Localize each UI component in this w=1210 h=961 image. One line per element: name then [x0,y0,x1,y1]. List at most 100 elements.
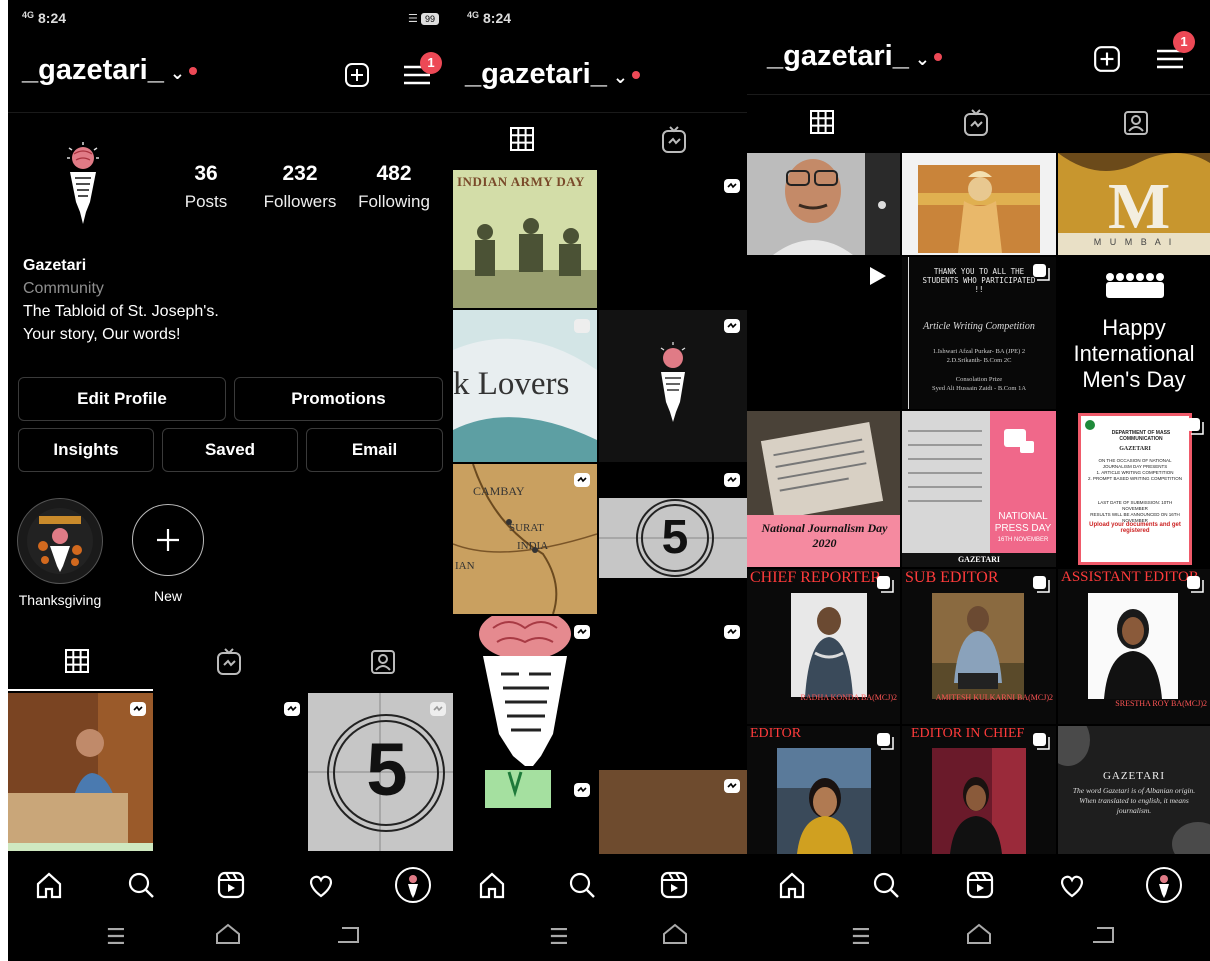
signal-icon: 4G [22,10,35,20]
reels-icon[interactable] [965,870,995,905]
search-icon[interactable] [567,870,597,905]
new-post-icon[interactable] [344,62,370,93]
home-button-icon[interactable] [965,922,993,952]
recents-icon[interactable]: ☰ [851,924,871,950]
countdown-number: 5 [366,728,408,811]
tagged-icon [1124,111,1148,135]
people-icon [1106,273,1164,298]
divider-line [908,257,909,409]
winners-list: 1.Ishwari Afzal Purkar- BA (JPE) 2 2.D.S… [932,348,1026,364]
grid-post-editor[interactable]: EDITOR [747,726,900,854]
promotions-button[interactable]: Promotions [234,377,443,421]
highlight-thanksgiving[interactable]: Thanksgiving [14,498,106,608]
grid-screen: _gazetari_ ⌄ 1 M M U M B A I THANK YOU T… [747,0,1210,961]
reels-icon[interactable] [659,870,689,905]
profile-tab-avatar[interactable] [394,866,432,909]
posts-stat[interactable]: 36 Posts [176,162,236,212]
member-name: AMITESH KULKARNI BA(MCJ)2 [935,693,1053,702]
profile-tab-avatar[interactable] [1145,866,1183,909]
tab-grid[interactable] [509,126,535,157]
grid-post-book-lovers[interactable]: k Lovers [453,310,597,462]
username: _gazetari_ [767,40,909,72]
email-button[interactable]: Email [306,428,443,472]
grid-post-guru-nanak[interactable] [902,153,1056,255]
following-stat[interactable]: 482 Following [352,162,436,212]
search-icon[interactable] [871,870,901,905]
grid-post-wood[interactable] [599,770,747,854]
grid-post-editor-in-chief[interactable]: EDITOR IN CHIEF [902,726,1056,854]
account-switcher[interactable]: _gazetari_ ⌄ [465,58,640,91]
igtv-icon [723,776,741,794]
about-title: GAZETARI [1102,770,1166,782]
home-icon[interactable] [477,870,507,905]
new-highlight-button[interactable]: New [128,504,208,604]
new-post-icon[interactable] [1093,45,1121,78]
tab-grid[interactable] [809,109,835,140]
back-icon[interactable] [1089,922,1117,952]
igtv-screen: 4G 8:24 _gazetari_ ⌄ INDIAN ARMY DAY k Lov… [453,0,747,961]
grid-post-sub-editor[interactable]: SUB EDITOR AMITESH KULKARNI BA(MCJ)2 [902,569,1056,724]
grid-post-dark[interactable] [154,693,307,851]
back-icon[interactable] [334,922,362,952]
account-switcher[interactable]: _gazetari_ ⌄ [767,40,942,73]
followers-count: 232 [282,162,318,185]
recents-icon[interactable]: ☰ [549,924,569,950]
grid-post-video[interactable] [747,257,900,409]
profile-avatar[interactable] [48,140,118,235]
igtv-icon [723,622,741,640]
following-label: Following [358,192,430,211]
grid-post-thank-you[interactable]: THANK YOU TO ALL THE STUDENTS WHO PARTIC… [902,257,1056,409]
grid-post-logo[interactable] [599,310,747,462]
grid-post-map[interactable]: CAMBAY SURAT INDIA IAN [453,464,597,614]
grid-post-countdown[interactable]: 5 [599,464,747,614]
home-icon[interactable] [34,870,64,905]
edit-profile-button[interactable]: Edit Profile [18,377,226,421]
tab-tagged[interactable] [370,648,396,681]
recents-icon[interactable]: ☰ [106,924,126,950]
grid-post-countdown[interactable]: 5 [308,693,453,851]
tab-grid[interactable] [64,648,90,679]
tab-tagged[interactable] [1123,109,1149,142]
insights-button[interactable]: Insights [18,428,154,472]
wifi-icon: ☰ [408,13,418,25]
bio-line: Your story, Our words! [23,326,181,343]
profile-screen: 4G 8:24 ☰ 99 _gazetari_ ⌄ 1 36 Posts 232 F… [8,0,453,961]
grid-post-video-call[interactable] [747,153,900,255]
grid-post-dark[interactable] [599,170,747,308]
grid-post-about-gazetari[interactable]: GAZETARI The word Gazetari is of Albania… [1058,726,1210,854]
grid-post-mens-day[interactable]: Happy International Men's Day [1058,257,1210,409]
grid-post-mumbai[interactable]: M M U M B A I [1058,153,1210,255]
dept-body: ON THE OCCASION OF NATIONAL JOURNALISM D… [1088,458,1182,481]
grid-post-journalism-day[interactable]: National Journalism Day 2020 [747,411,900,567]
home-button-icon[interactable] [214,922,242,952]
grid-post-assistant-editor[interactable]: ASSISTANT EDITOR SRESTHA ROY BA(MCJ)2 [1058,569,1210,724]
grid-post-speaker[interactable] [8,693,153,851]
mens-day-text: Happy International Men's Day [1073,315,1195,392]
battery-icon: 99 [420,13,439,25]
home-icon[interactable] [777,870,807,905]
tab-igtv[interactable] [216,648,242,681]
search-icon[interactable] [126,870,156,905]
plus-icon [132,504,204,576]
followers-stat[interactable]: 232 Followers [258,162,342,212]
college-logo-icon [1085,420,1095,430]
thank-you-text: THANK YOU TO ALL THE STUDENTS WHO PARTIC… [922,267,1036,294]
activity-heart-icon[interactable] [1057,870,1087,905]
grid-post-chief-reporter[interactable]: CHIEF REPORTER RADHA KONDA BA(MCJ)2 [747,569,900,724]
account-switcher[interactable]: _gazetari_ ⌄ [22,54,197,87]
home-button-icon[interactable] [661,922,689,952]
grid-post-press-day[interactable]: NATIONAL PRESS DAY 16TH NOVEMBER GAZETAR… [902,411,1056,567]
grid-post-logo-large[interactable] [453,616,597,856]
igtv-icon [573,780,591,798]
grid-post-dept-poster[interactable]: DEPARTMENT OF MASS COMMUNICATION GAZETAR… [1058,411,1210,567]
grid-post-army-day[interactable]: INDIAN ARMY DAY [453,170,597,308]
saved-button[interactable]: Saved [162,428,298,472]
tab-igtv[interactable] [661,126,687,159]
member-photo [1088,593,1178,699]
activity-heart-icon[interactable] [306,870,336,905]
tab-igtv[interactable] [963,109,989,142]
grid-post-dark[interactable] [599,616,747,768]
carousel-icon [876,575,894,593]
reels-icon[interactable] [216,870,246,905]
igtv-icon [723,470,741,488]
